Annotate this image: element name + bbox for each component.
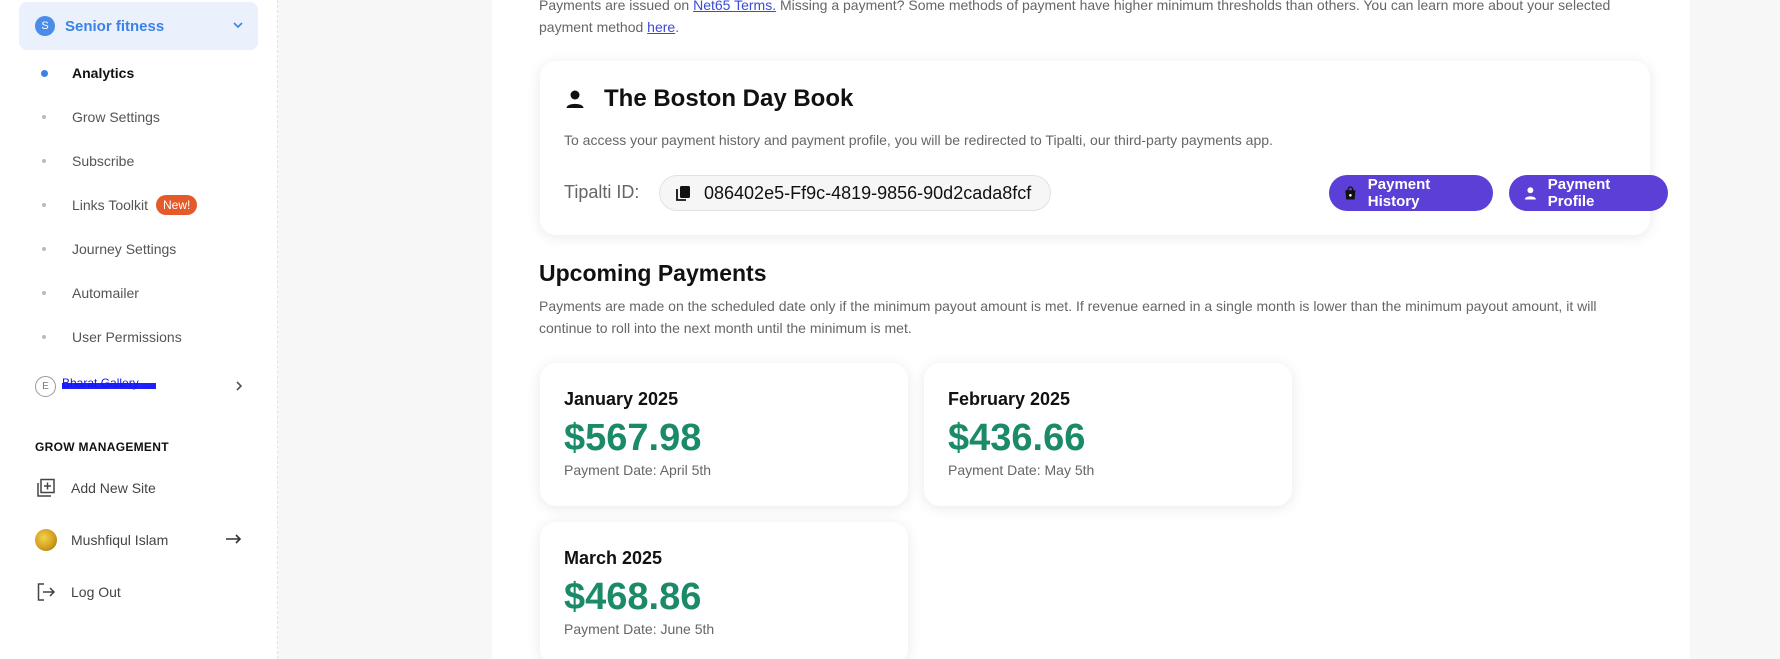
- active-dot-icon: [41, 69, 48, 77]
- payment-month: January 2025: [564, 389, 679, 409]
- nav-item-automailer[interactable]: Automailer: [0, 271, 278, 315]
- nav-item-journey-settings[interactable]: Journey Settings: [0, 227, 278, 271]
- nav-item-label: Subscribe: [72, 153, 135, 169]
- payment-profile-button[interactable]: Payment Profile: [1509, 175, 1668, 211]
- site-name-redacted: Bharat Gallery: [62, 376, 156, 390]
- payment-method-link[interactable]: here: [647, 19, 675, 35]
- account-description: To access your payment history and payme…: [564, 132, 1273, 148]
- nav-item-label: Grow Settings: [72, 109, 160, 125]
- nav-item-label: User Permissions: [72, 329, 182, 345]
- logout-icon: [35, 581, 57, 603]
- account-title: The Boston Day Book: [604, 85, 854, 112]
- site-selector[interactable]: S Senior fitness: [19, 2, 258, 50]
- nav-item-label: Journey Settings: [72, 241, 177, 257]
- payment-amount: $567.98: [564, 417, 702, 459]
- nav-item-analytics[interactable]: Analytics: [0, 51, 278, 95]
- chevron-right-icon: [236, 381, 243, 391]
- tipalti-id-copy[interactable]: 086402e5-Ff9c-4819-9856-90d2cada8fcf: [659, 175, 1051, 211]
- site-name: Senior fitness: [65, 17, 165, 35]
- person-icon: [566, 90, 584, 108]
- payment-date: Payment Date: June 5th: [564, 621, 715, 637]
- section-title: GROW MANAGEMENT: [35, 440, 169, 454]
- nav-item-label: Links Toolkit: [72, 197, 149, 213]
- site-badge: E: [35, 375, 56, 397]
- payment-history-button[interactable]: Payment History: [1329, 175, 1493, 211]
- site-nav: Analytics Grow Settings Subscribe Links …: [0, 51, 278, 359]
- nav-item-links-toolkit[interactable]: Links Toolkit New!: [0, 183, 278, 227]
- payment-card: February 2025 $436.66 Payment Date: May …: [924, 363, 1292, 506]
- upcoming-payments-title: Upcoming Payments: [539, 260, 767, 286]
- bullet-icon: [42, 115, 46, 119]
- nav-item-label: Automailer: [72, 285, 139, 301]
- nav-item-user-permissions[interactable]: User Permissions: [0, 315, 278, 359]
- new-badge: New!: [156, 195, 198, 215]
- payment-card: January 2025 $567.98 Payment Date: April…: [540, 363, 908, 506]
- logout-label: Log Out: [71, 584, 121, 600]
- payment-card: March 2025 $468.86 Payment Date: June 5t…: [540, 522, 908, 659]
- bullet-icon: [42, 247, 46, 251]
- bullet-icon: [42, 203, 46, 207]
- tipalti-id-label: Tipalti ID:: [564, 182, 640, 202]
- upcoming-payments-description: Payments are made on the scheduled date …: [539, 298, 1597, 336]
- net65-terms-link[interactable]: Net65 Terms.: [693, 0, 776, 13]
- bullet-icon: [42, 159, 46, 163]
- avatar: [35, 529, 57, 551]
- add-new-site-label: Add New Site: [71, 480, 156, 496]
- payment-profile-label: Payment Profile: [1547, 176, 1611, 210]
- main-content: Payments are issued on Net65 Terms. Miss…: [492, 0, 1690, 659]
- payment-month: March 2025: [564, 548, 663, 568]
- copy-icon: [676, 186, 690, 201]
- user-profile-link[interactable]: Mushfiqul Islam: [35, 528, 245, 552]
- chevron-down-icon: [233, 22, 243, 29]
- user-name: Mushfiqul Islam: [71, 532, 169, 548]
- payment-date: Payment Date: May 5th: [948, 462, 1095, 478]
- payment-history-label: Payment History: [1367, 176, 1431, 210]
- account-header: The Boston Day Book: [564, 85, 853, 113]
- add-site-icon: [35, 477, 57, 499]
- bullet-icon: [42, 335, 46, 339]
- arrow-right-icon[interactable]: [225, 532, 243, 546]
- payment-amount: $468.86: [564, 576, 702, 618]
- payment-date: Payment Date: April 5th: [564, 462, 712, 478]
- person-icon: [1524, 187, 1536, 200]
- nav-item-grow-settings[interactable]: Grow Settings: [0, 95, 278, 139]
- payment-month: February 2025: [948, 389, 1071, 409]
- account-card: The Boston Day Book To access your payme…: [540, 61, 1668, 235]
- add-new-site-link[interactable]: Add New Site: [35, 476, 245, 500]
- sidebar: S Senior fitness Analytics Grow Settings…: [0, 0, 278, 659]
- payments-intro: Payments are issued on Net65 Terms. Miss…: [539, 0, 1649, 38]
- payment-amount: $436.66: [948, 417, 1086, 459]
- site-badge: S: [35, 16, 55, 36]
- logout-link[interactable]: Log Out: [35, 580, 245, 604]
- shopping-bag-icon: [1345, 186, 1356, 200]
- site-selector-secondary[interactable]: E Bharat Gallery: [35, 375, 245, 397]
- nav-item-label: Analytics: [72, 65, 135, 81]
- bullet-icon: [42, 291, 46, 295]
- nav-item-subscribe[interactable]: Subscribe: [0, 139, 278, 183]
- tipalti-id-value: 086402e5-Ff9c-4819-9856-90d2cada8fcf: [704, 182, 1032, 203]
